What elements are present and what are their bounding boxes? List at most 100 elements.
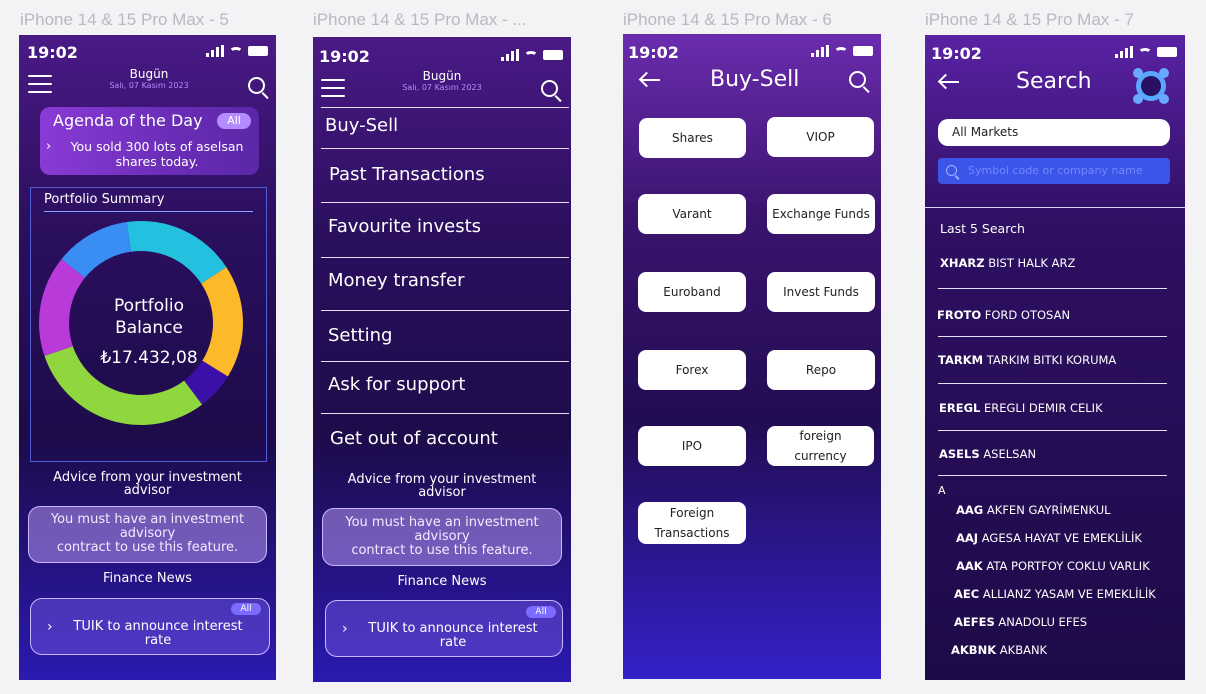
frame-title-5: iPhone 14 & 15 Pro Max - 5 <box>20 10 229 29</box>
market-select[interactable]: All Markets <box>938 119 1170 146</box>
stock-list-item[interactable]: AAK ATA PORTFOY COKLU VARLIK <box>956 559 1150 573</box>
recent-search-item[interactable]: FROTO FORD OTOSAN <box>937 308 1070 322</box>
portfolio-summary-title: Portfolio Summary <box>44 192 165 207</box>
search-divider <box>925 207 1185 208</box>
news-headline: TUIK to announce interest rate <box>53 620 263 648</box>
advice-title: Advice from your investment advisor <box>313 473 571 499</box>
advice-title-2: advisor <box>123 483 172 498</box>
search-icon[interactable] <box>849 71 871 94</box>
advice-box[interactable]: You must have an investment advisory con… <box>322 508 562 566</box>
frame-title-6: iPhone 14 & 15 Pro Max - 6 <box>623 10 832 29</box>
company-name: ANADOLU EFES <box>998 615 1088 629</box>
company-name: TARKIM BITKI KORUMA <box>986 353 1117 367</box>
search-icon[interactable] <box>248 77 270 100</box>
repo-button[interactable]: Repo <box>767 350 875 390</box>
wifi-icon <box>229 47 243 57</box>
wifi-icon <box>524 51 538 61</box>
balance-label-2: Balance <box>115 318 183 338</box>
recent-search-item[interactable]: ASELS ASELSAN <box>939 447 1036 461</box>
date-title: Bugün <box>129 67 169 81</box>
stock-list-item[interactable]: AEFES ANADOLU EFES <box>954 615 1087 629</box>
battery-icon <box>853 46 873 56</box>
frame-title-7: iPhone 14 & 15 Pro Max - 7 <box>925 10 1134 29</box>
varant-button[interactable]: Varant <box>638 194 746 234</box>
agenda-line-1: You sold 300 lots of aselsan <box>70 139 244 154</box>
forex-button[interactable]: Forex <box>638 350 746 390</box>
menu-item-setting[interactable]: Setting <box>328 325 392 346</box>
hamburger-menu-icon[interactable] <box>28 75 52 93</box>
menu-item-money-transfer[interactable]: Money transfer <box>328 270 465 291</box>
menu-item-buy-sell[interactable]: Buy-Sell <box>325 115 398 136</box>
status-bar: 19:02 <box>931 44 1177 63</box>
news-all-badge[interactable]: All <box>231 603 261 615</box>
stock-list-item[interactable]: AAJ AGESA HAYAT VE EMEKLİLİK <box>956 531 1142 545</box>
agenda-all-badge[interactable]: All <box>217 113 251 129</box>
advice-line-1: You must have an investment <box>345 515 539 530</box>
invest-funds-button[interactable]: Invest Funds <box>767 272 875 312</box>
news-line-2: rate <box>439 635 467 650</box>
agenda-title: Agenda of the Day <box>53 111 203 130</box>
company-name: AKBANK <box>999 643 1048 657</box>
news-card[interactable]: All › TUIK to announce interest rate <box>30 598 270 655</box>
news-all-badge[interactable]: All <box>526 606 556 618</box>
symbol-code: EREGL <box>939 401 981 415</box>
wifi-icon <box>1138 48 1152 58</box>
menu-item-favourite-invests[interactable]: Favourite invests <box>328 216 481 237</box>
menu-item-logout[interactable]: Get out of account <box>330 428 498 449</box>
symbol-code: ASELS <box>939 447 980 461</box>
news-headline: TUIK to announce interest rate <box>348 622 558 650</box>
euroband-button[interactable]: Euroband <box>638 272 746 312</box>
news-card[interactable]: All › TUIK to announce interest rate <box>325 600 563 657</box>
finance-news-title: Finance News <box>397 574 487 589</box>
advice-line-2: advisory <box>414 529 470 544</box>
back-arrow-icon[interactable] <box>638 71 661 88</box>
back-arrow-icon[interactable] <box>937 73 960 90</box>
donut-segment-cyan <box>126 221 227 284</box>
recent-search-item[interactable]: EREGL EREGLI DEMIR CELIK <box>939 401 1103 415</box>
date-title: Bugün <box>422 69 462 83</box>
portfolio-divider <box>44 211 253 212</box>
foreign-currency-button[interactable]: foreign currency <box>767 426 874 466</box>
battery-icon <box>543 50 563 60</box>
exchange-funds-button[interactable]: Exchange Funds <box>767 194 875 234</box>
menu-divider <box>321 310 569 311</box>
stock-list-item[interactable]: AAG AKFEN GAYRİMENKUL <box>956 503 1111 517</box>
recent-search-item[interactable]: TARKM TARKIM BITKI KORUMA <box>938 353 1116 367</box>
agenda-message: You sold 300 lots of aselsan shares toda… <box>58 139 256 169</box>
menu-divider <box>321 257 569 258</box>
menu-item-past-transactions[interactable]: Past Transactions <box>329 164 485 185</box>
portfolio-summary-card[interactable]: Portfolio Summary Portfolio Balance ₺17.… <box>30 187 267 462</box>
wifi-icon <box>834 47 848 57</box>
phone-menu: 19:02 Bugün Salı, 07 Kasım 2023 Buy-Sell… <box>313 37 571 682</box>
agenda-card[interactable]: Agenda of the Day All › You sold 300 lot… <box>40 107 259 175</box>
news-line-2: rate <box>144 633 172 648</box>
hamburger-menu-icon[interactable] <box>321 79 345 97</box>
shares-button[interactable]: Shares <box>639 118 746 158</box>
agenda-line-2: shares today. <box>115 154 199 169</box>
chevron-right-icon: › <box>46 139 52 154</box>
balance-label-1: Portfolio <box>114 296 184 316</box>
menu-divider <box>321 361 569 362</box>
stock-list-item[interactable]: AKBNK AKBANK <box>951 643 1047 657</box>
symbol-code: FROTO <box>937 308 982 322</box>
foreign-transactions-button[interactable]: Foreign Transactions <box>638 502 746 544</box>
viop-button[interactable]: VIOP <box>767 117 874 157</box>
list-divider <box>938 336 1167 337</box>
search-input[interactable]: Symbol code or company name <box>938 158 1170 184</box>
chevron-right-icon: › <box>47 619 53 635</box>
menu-divider <box>321 202 569 203</box>
date-subtitle: Salı, 07 Kasım 2023 <box>402 83 482 92</box>
symbol-code: AEFES <box>954 615 995 629</box>
company-name: ALLIANZ YASAM VE EMEKLİLİK <box>982 587 1156 601</box>
stock-list-item[interactable]: AEC ALLIANZ YASAM VE EMEKLİLİK <box>954 587 1156 601</box>
recent-search-item[interactable]: XHARZ BIST HALK ARZ <box>940 256 1075 270</box>
date-subtitle: Salı, 07 Kasım 2023 <box>109 81 189 90</box>
search-icon[interactable] <box>541 80 563 103</box>
phone-search: 19:02 Search All Markets Symbol code or … <box>925 35 1185 680</box>
status-time: 19:02 <box>319 47 370 66</box>
ipo-button[interactable]: IPO <box>638 426 746 466</box>
advice-line-1: You must have an investment <box>50 512 245 527</box>
menu-item-ask-support[interactable]: Ask for support <box>328 374 465 395</box>
advice-box[interactable]: You must have an investment advisory con… <box>28 506 267 563</box>
scan-icon[interactable] <box>1130 65 1172 107</box>
